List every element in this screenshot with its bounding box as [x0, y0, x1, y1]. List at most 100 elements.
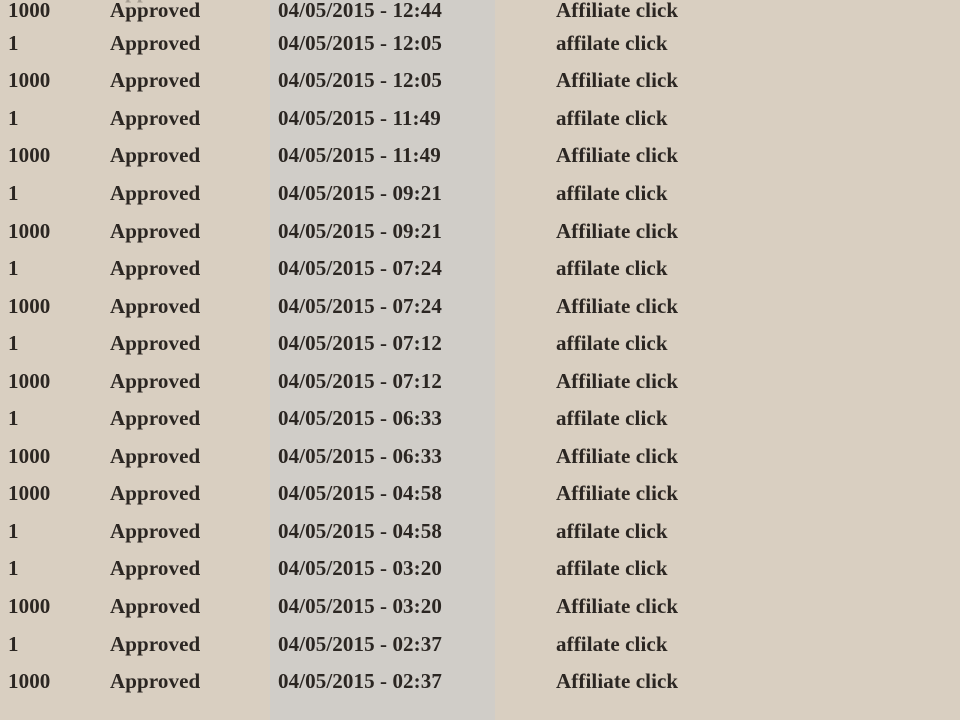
cell-source-text: Affiliate click — [556, 143, 679, 168]
cell-status-text: Approved — [110, 669, 201, 694]
cell-status: Approved — [110, 550, 278, 588]
table-row[interactable]: 1000 Approved 04/05/2015 - 07:12 Affiliate … — [0, 362, 960, 400]
table-row[interactable]: 1 Approved 04/05/2015 - 06:33 affilate clic… — [0, 399, 960, 437]
cell-source-text: affilate click — [556, 518, 668, 543]
clipped-row-amount: 1000 — [8, 0, 50, 4]
cell-status: Approved — [110, 287, 278, 325]
cell-status-text: Approved — [110, 256, 201, 281]
table-row[interactable]: 1000 Approved 04/05/2015 - 12:05 Affiliate … — [0, 62, 960, 100]
clipped-row-type: Saldo — [665, 0, 715, 4]
table-row[interactable]: 1 Approved 04/05/2015 - 02:37 affilate clic… — [0, 625, 960, 663]
cell-date: 04/05/2015 - 07:24 — [278, 249, 556, 287]
cell-date-text: 04/05/2015 - 02:37 — [278, 669, 442, 694]
cell-amount-text: 1 — [8, 30, 19, 55]
cell-amount-text: 1 — [8, 406, 19, 431]
table-row[interactable]: 1000 Approved 04/05/2015 - 02:37 Affiliate … — [0, 662, 960, 700]
cell-source-text: affilate click — [556, 180, 668, 205]
table-row[interactable]: 1000 Approved 04/05/2015 - 03:20 Affiliate … — [0, 587, 960, 625]
table-row[interactable]: 1000 Approved 04/05/2015 - 06:33 Affiliate … — [0, 437, 960, 475]
cell-source-text: affilate click — [556, 556, 668, 581]
cell-status-text: Approved — [110, 631, 201, 656]
clipped-row-ref: Affiliate click — [805, 0, 926, 4]
cell-date-text: 04/05/2015 - 12:05 — [278, 68, 442, 93]
cell-source: Affiliate click — [556, 362, 960, 400]
cell-source-text: Affiliate click — [556, 68, 679, 93]
cell-date: 04/05/2015 - 07:12 — [278, 324, 556, 362]
cell-amount: 1 — [0, 174, 110, 212]
cell-date: 04/05/2015 - 06:33 — [278, 399, 556, 437]
cell-source-text: Affiliate click — [556, 593, 679, 618]
cell-source-text: affilate click — [556, 105, 668, 130]
cell-status: Approved — [110, 437, 278, 475]
cell-source-text: Affiliate click — [556, 481, 679, 506]
cell-status-text: Approved — [110, 406, 201, 431]
cell-source: affilate click — [556, 625, 960, 663]
table-row[interactable]: 1000 Approved 04/05/2015 - 09:21 Affiliate … — [0, 212, 960, 250]
cell-amount: 1000 — [0, 212, 110, 250]
clipped-top-row: 1000 Approved 04/05/2015 - 12:44 Affilia… — [0, 0, 960, 4]
table-row[interactable]: 1000 Approved 04/05/2015 - 04:58 Affiliate … — [0, 475, 960, 513]
cell-amount-text: 1 — [8, 631, 19, 656]
cell-status: Approved — [110, 625, 278, 663]
cell-amount: 1 — [0, 512, 110, 550]
cell-date-text: 04/05/2015 - 03:20 — [278, 593, 442, 618]
cell-amount-text: 1000 — [8, 68, 51, 93]
clipped-row-date: 04/05/2015 - 12:44 — [278, 0, 440, 4]
cell-date: 04/05/2015 - 07:24 — [278, 287, 556, 325]
table-row[interactable]: 1 Approved 04/05/2015 - 09:21 affilate clic… — [0, 174, 960, 212]
cell-status: Approved — [110, 399, 278, 437]
table-row[interactable]: 1 Approved 04/05/2015 - 11:49 affilate clic… — [0, 99, 960, 137]
cell-date-text: 04/05/2015 - 07:24 — [278, 256, 442, 281]
table-row[interactable]: 1000 Approved 04/05/2015 - 07:24 Affiliate … — [0, 287, 960, 325]
cell-amount-text: 1000 — [8, 443, 51, 468]
cell-source: Affiliate click — [556, 212, 960, 250]
cell-amount: 1 — [0, 24, 110, 62]
table-row[interactable]: 1 Approved 04/05/2015 - 12:05 affilate clic… — [0, 24, 960, 62]
cell-source: affilate click — [556, 174, 960, 212]
cell-status: Approved — [110, 362, 278, 400]
cell-amount: 1000 — [0, 362, 110, 400]
cell-date: 04/05/2015 - 09:21 — [278, 212, 556, 250]
cell-status-text: Approved — [110, 481, 201, 506]
cell-date-text: 04/05/2015 - 06:33 — [278, 406, 442, 431]
cell-date: 04/05/2015 - 03:20 — [278, 550, 556, 588]
clipped-row-status: Approved — [110, 0, 199, 4]
cell-source-text: affilate click — [556, 256, 668, 281]
cell-date: 04/05/2015 - 06:33 — [278, 437, 556, 475]
cell-status-text: Approved — [110, 143, 201, 168]
cell-status: Approved — [110, 249, 278, 287]
cell-status-text: Approved — [110, 556, 201, 581]
cell-amount: 1000 — [0, 437, 110, 475]
cell-status: Approved — [110, 475, 278, 513]
cell-status-text: Approved — [110, 593, 201, 618]
cell-status: Approved — [110, 212, 278, 250]
table-row[interactable]: 1 Approved 04/05/2015 - 07:24 affilate clic… — [0, 249, 960, 287]
cell-date-text: 04/05/2015 - 07:12 — [278, 368, 442, 393]
cell-source-text: affilate click — [556, 631, 668, 656]
cell-amount: 1 — [0, 399, 110, 437]
cell-date-text: 04/05/2015 - 09:21 — [278, 180, 442, 205]
cell-status: Approved — [110, 587, 278, 625]
cell-source: Affiliate click — [556, 287, 960, 325]
cell-source: Affiliate click — [556, 437, 960, 475]
cell-date-text: 04/05/2015 - 07:12 — [278, 331, 442, 356]
cell-amount-text: 1000 — [8, 593, 51, 618]
table-row[interactable]: 1 Approved 04/05/2015 - 07:12 affilate clic… — [0, 324, 960, 362]
cell-amount-text: 1000 — [8, 218, 51, 243]
table-row[interactable]: 1000 Approved 04/05/2015 - 11:49 Affiliate … — [0, 137, 960, 175]
cell-amount-text: 1 — [8, 518, 19, 543]
cell-source: Affiliate click — [556, 587, 960, 625]
cell-amount-text: 1000 — [8, 669, 51, 694]
cell-amount: 1000 — [0, 137, 110, 175]
cell-source: affilate click — [556, 399, 960, 437]
cell-source: affilate click — [556, 512, 960, 550]
cell-date-text: 04/05/2015 - 12:05 — [278, 30, 442, 55]
table-row[interactable]: 1 Approved 04/05/2015 - 03:20 affilate clic… — [0, 550, 960, 588]
table-row[interactable]: 1 Approved 04/05/2015 - 04:58 affilate clic… — [0, 512, 960, 550]
cell-status-text: Approved — [110, 368, 201, 393]
cell-amount: 1000 — [0, 662, 110, 700]
cell-date-text: 04/05/2015 - 07:24 — [278, 293, 442, 318]
cell-date-text: 04/05/2015 - 11:49 — [278, 105, 441, 130]
cell-amount-text: 1000 — [8, 293, 51, 318]
table-body: 1000 Approved 04/05/2015 - 12:44 Affiliate … — [0, 0, 960, 700]
